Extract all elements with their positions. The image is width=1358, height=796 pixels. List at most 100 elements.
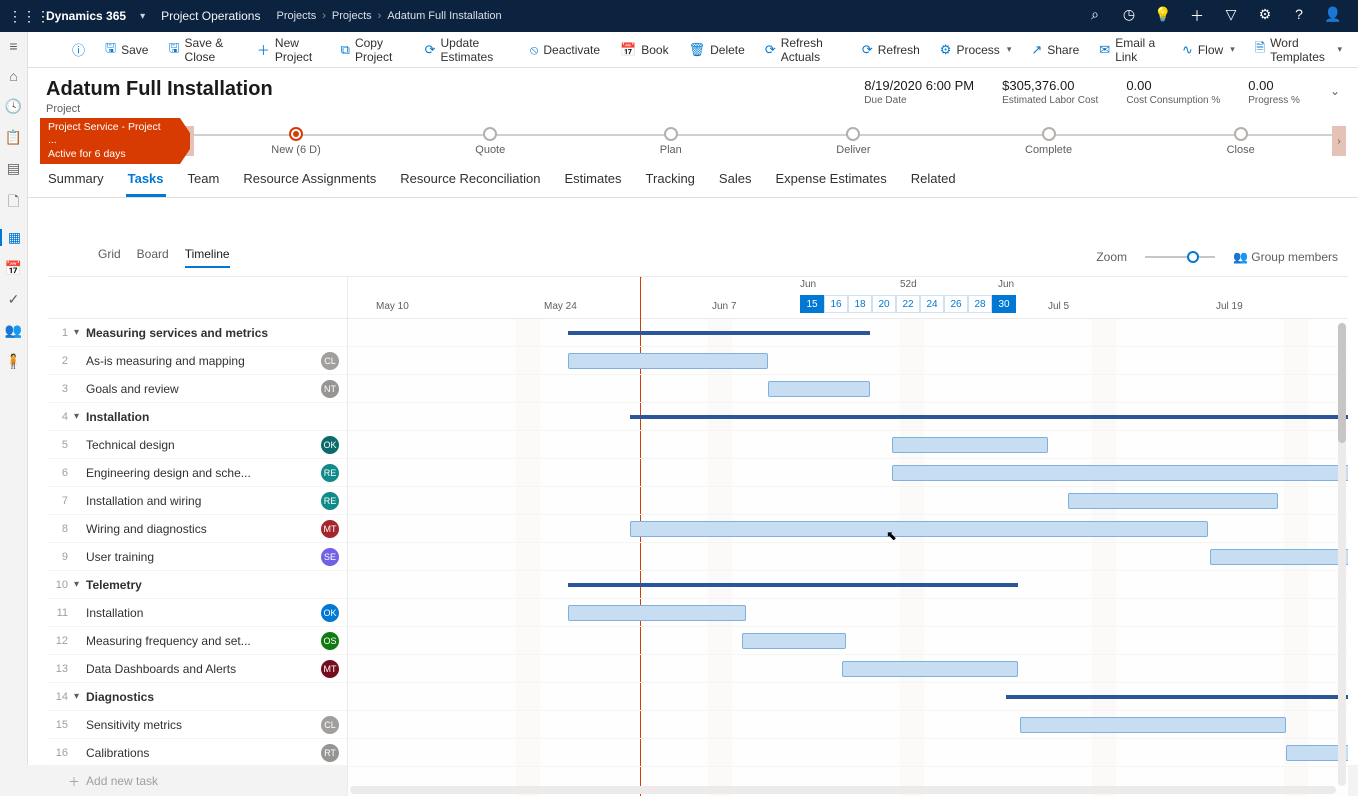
assignee-avatar[interactable]: CL (321, 352, 339, 370)
refresh-button[interactable]: ⟳Refresh (854, 38, 928, 62)
task-bar[interactable] (568, 353, 768, 369)
assignee-avatar[interactable]: OK (321, 604, 339, 622)
rail-list-icon[interactable]: ▤ (0, 160, 28, 177)
task-row[interactable]: 4▾Installation (48, 403, 347, 431)
task-row[interactable]: 10▾Telemetry (48, 571, 347, 599)
task-bar[interactable] (1210, 549, 1348, 565)
timeline-day-cell[interactable]: 15 (800, 295, 824, 313)
rail-home-icon[interactable]: ⌂ (0, 68, 28, 84)
module-label[interactable]: Project Operations (153, 9, 268, 23)
chevron-down-icon[interactable]: ▾ (74, 327, 86, 338)
assignee-avatar[interactable]: OK (321, 436, 339, 454)
task-row[interactable]: 14▾Diagnostics (48, 683, 347, 711)
bpf-stage[interactable]: Plan (660, 126, 682, 156)
task-row[interactable]: 13 Data Dashboards and AlertsMT (48, 655, 347, 683)
rail-menu-icon[interactable]: ≡ (0, 38, 28, 54)
deactivate-button[interactable]: ⦸Deactivate (522, 38, 608, 62)
crumb-3[interactable]: Adatum Full Installation (387, 10, 501, 22)
task-row[interactable]: 12 Measuring frequency and set...OS (48, 627, 347, 655)
header-expand-chevron-icon[interactable]: ⌄ (1330, 78, 1340, 98)
app-launcher-icon[interactable]: ⋮⋮⋮ (8, 8, 40, 25)
brand-chevron-icon[interactable]: ▾ (132, 11, 153, 22)
delete-button[interactable]: 🗑Delete (681, 38, 753, 62)
rail-recent-icon[interactable]: 🕓 (0, 98, 28, 115)
update-estimates-button[interactable]: ⟳Update Estimates (417, 32, 518, 68)
timeline-day-cell[interactable]: 16 (824, 295, 848, 313)
bpf-stage[interactable]: Quote (475, 126, 505, 156)
assignee-avatar[interactable]: RT (321, 744, 339, 762)
assignee-avatar[interactable]: MT (321, 520, 339, 538)
word-templates-button[interactable]: 🗎Word Templates (1247, 32, 1350, 68)
assignee-avatar[interactable]: RE (321, 464, 339, 482)
refresh-actuals-button[interactable]: ⟳Refresh Actuals (757, 32, 850, 68)
task-bar[interactable] (568, 605, 746, 621)
tab-expense-estimates[interactable]: Expense Estimates (773, 171, 888, 197)
bpf-expand-icon[interactable]: › (1332, 126, 1346, 156)
tab-tracking[interactable]: Tracking (644, 171, 697, 197)
assignee-avatar[interactable]: RE (321, 492, 339, 510)
bpf-stage[interactable]: New (6 D) (271, 126, 321, 156)
group-members-button[interactable]: 👥 Group members (1233, 250, 1338, 264)
tab-sales[interactable]: Sales (717, 171, 754, 197)
task-bar[interactable] (630, 521, 1208, 537)
task-row[interactable]: 1▾Measuring services and metrics (48, 319, 347, 347)
rail-resource-icon[interactable]: 🧍 (0, 353, 28, 370)
tab-resource-assignments[interactable]: Resource Assignments (241, 171, 378, 197)
task-row[interactable]: 11 InstallationOK (48, 599, 347, 627)
task-row[interactable]: 8 Wiring and diagnosticsMT (48, 515, 347, 543)
chevron-down-icon[interactable]: ▾ (74, 579, 86, 590)
task-bar[interactable] (892, 465, 1348, 481)
assignee-avatar[interactable]: NT (321, 380, 339, 398)
share-button[interactable]: ↗Share (1023, 38, 1087, 62)
view-mode-board[interactable]: Board (137, 247, 169, 268)
task-row[interactable]: 2 As-is measuring and mappingCL (48, 347, 347, 375)
view-mode-grid[interactable]: Grid (98, 247, 121, 268)
info-button[interactable]: ⓘ (64, 36, 93, 63)
new-project-button[interactable]: ＋New Project (249, 32, 329, 68)
chevron-down-icon[interactable]: ▾ (74, 411, 86, 422)
horizontal-scrollbar[interactable] (350, 786, 1336, 794)
email-link-button[interactable]: ✉Email a Link (1091, 32, 1170, 68)
bpf-stage[interactable]: Deliver (836, 126, 870, 156)
book-button[interactable]: 📅Book (612, 38, 677, 62)
timeline-day-cell[interactable]: 30 (992, 295, 1016, 313)
timeline-day-cell[interactable]: 28 (968, 295, 992, 313)
task-icon[interactable]: ◷ (1112, 6, 1146, 26)
tab-resource-reconciliation[interactable]: Resource Reconciliation (398, 171, 542, 197)
bpf-active-stage-badge[interactable]: Project Service - Project ... Active for… (40, 118, 180, 163)
view-mode-timeline[interactable]: Timeline (185, 247, 230, 268)
task-bar[interactable] (892, 437, 1048, 453)
save-close-button[interactable]: 🖫Save & Close (160, 32, 244, 68)
rail-doc-icon[interactable]: 🗋 (0, 191, 28, 215)
search-icon[interactable]: ⌕ (1078, 6, 1112, 26)
timeline-day-cell[interactable]: 22 (896, 295, 920, 313)
gear-icon[interactable]: ⚙ (1248, 6, 1282, 26)
timeline-day-cell[interactable]: 18 (848, 295, 872, 313)
crumb-2[interactable]: Projects (332, 10, 372, 22)
assignee-avatar[interactable]: SE (321, 548, 339, 566)
tab-related[interactable]: Related (909, 171, 958, 197)
zoom-slider[interactable] (1145, 256, 1215, 258)
summary-bar[interactable] (1006, 695, 1348, 699)
lightbulb-icon[interactable]: 💡 (1146, 6, 1180, 26)
bpf-stage[interactable]: Complete (1025, 126, 1072, 156)
filter-icon[interactable]: ▽ (1214, 6, 1248, 26)
task-bar[interactable] (842, 661, 1018, 677)
task-bar[interactable] (1068, 493, 1278, 509)
timeline-day-cell[interactable]: 24 (920, 295, 944, 313)
task-row[interactable]: 5 Technical designOK (48, 431, 347, 459)
timeline-day-cell[interactable]: 20 (872, 295, 896, 313)
summary-bar[interactable] (630, 415, 1348, 419)
assignee-avatar[interactable]: OS (321, 632, 339, 650)
gantt-chart[interactable]: May 10May 24Jun 7Jul 5Jul 19Aug 2Jun52dJ… (348, 277, 1348, 796)
task-row[interactable]: 16 CalibrationsRT (48, 739, 347, 767)
assignee-avatar[interactable]: MT (321, 660, 339, 678)
rail-projects-icon[interactable]: ▦ (0, 229, 28, 246)
save-button[interactable]: 🖫Save (97, 35, 156, 65)
rail-approval-icon[interactable]: ✓ (0, 291, 28, 308)
user-icon[interactable]: 👤 (1316, 6, 1350, 26)
plus-icon[interactable]: ＋ (1180, 6, 1214, 26)
rail-calendar-icon[interactable]: 📅 (0, 260, 28, 277)
tab-estimates[interactable]: Estimates (562, 171, 623, 197)
timeline-day-cell[interactable]: 26 (944, 295, 968, 313)
